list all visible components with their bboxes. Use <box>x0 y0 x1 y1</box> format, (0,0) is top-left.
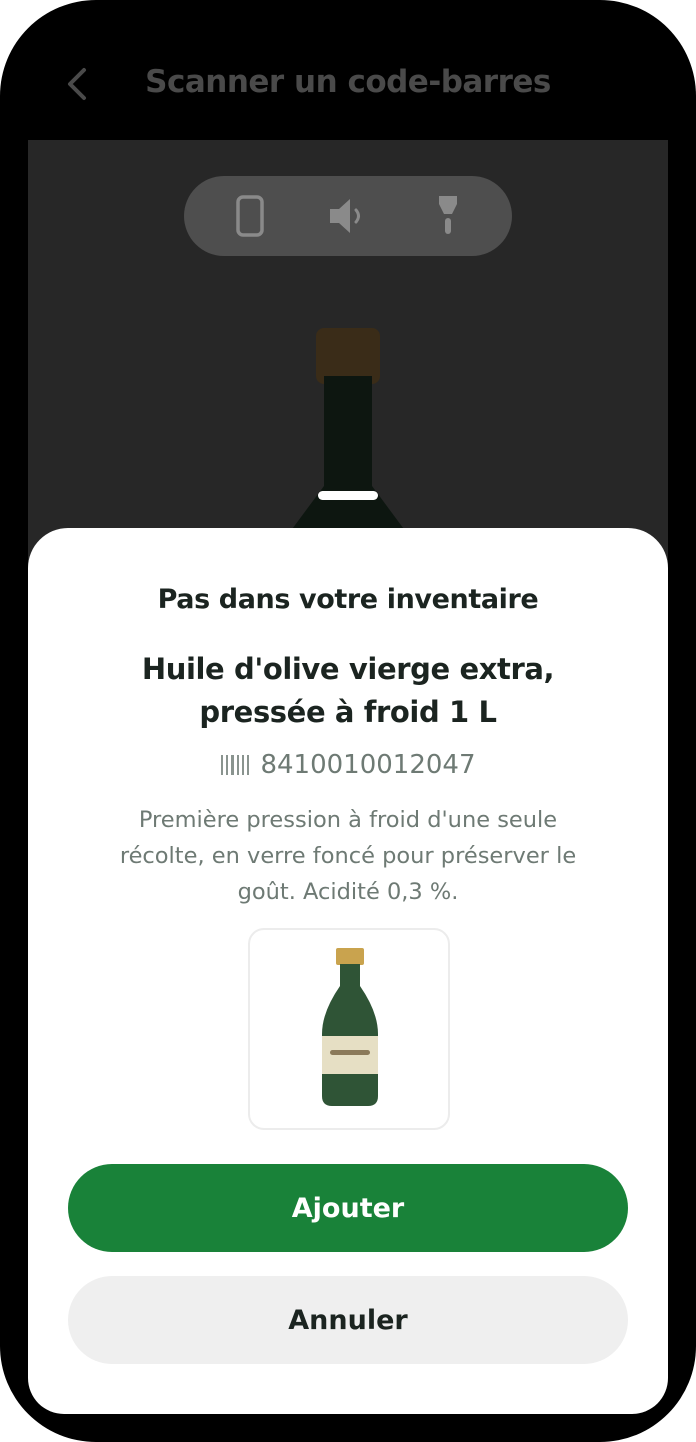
sound-toggle-button[interactable] <box>324 192 372 240</box>
barcode-row: 8410010012047 <box>28 750 668 780</box>
product-name: Huile d'olive vierge extra, pressée à fr… <box>141 652 555 729</box>
product-description: Première pression à froid d'une seule ré… <box>119 807 577 905</box>
barcode-number: 8410010012047 <box>260 750 476 780</box>
speaker-icon <box>330 199 360 233</box>
add-button[interactable]: Ajouter <box>68 1164 628 1252</box>
product-image <box>248 928 450 1130</box>
page-title: Scanner un code-barres <box>145 64 551 100</box>
barcode-icon <box>220 753 250 777</box>
top-bar: Scanner un code-barres <box>0 0 696 140</box>
olive-oil-bottle-icon <box>322 948 378 1106</box>
inventory-status: Pas dans votre inventaire <box>157 584 539 615</box>
phone-screen: Scanner un code-barres Pas dans votre in… <box>0 0 696 1442</box>
cancel-button[interactable]: Annuler <box>68 1276 628 1364</box>
phone-icon <box>236 195 264 237</box>
flashlight-toggle-button[interactable] <box>424 192 472 240</box>
product-bottom-sheet: Pas dans votre inventaire Huile d'olive … <box>28 528 668 1414</box>
rotate-phone-button[interactable] <box>226 192 274 240</box>
camera-controls <box>184 176 512 256</box>
scan-indicator <box>318 491 378 500</box>
flashlight-icon <box>439 196 457 234</box>
